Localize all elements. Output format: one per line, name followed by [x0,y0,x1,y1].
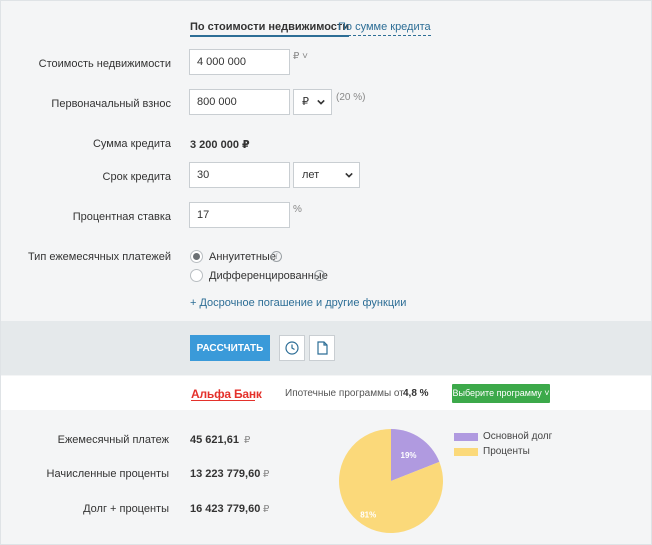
more-functions-link[interactable]: + Досрочное погашение и другие функции [190,297,406,309]
radio-annuity-label[interactable]: Аннуитетные [209,251,276,263]
payment-structure-pie-chart: 19% 81% [339,429,443,533]
loan-amount-value: 3 200 000 ₽ [190,139,250,151]
monthly-payment-value: 45 621,61 [190,434,239,446]
total-label: Долг + проценты [83,503,169,515]
calculator-frame: По стоимости недвижимости По сумме креди… [0,0,652,545]
total-currency: ₽ [263,504,270,515]
term-unit-select[interactable]: лет [293,162,360,188]
bank-logo-underline [191,400,255,401]
legend-label-interest: Проценты [483,446,530,457]
pie-slice-label-0: 19% [401,451,417,460]
bank-offer-text: Ипотечные программы от [285,388,404,399]
down-payment-input[interactable]: 800 000 [189,89,290,115]
info-icon[interactable]: i [271,251,282,262]
rate-input[interactable]: 17 [189,202,290,228]
monthly-payment-label: Ежемесячный платеж [57,434,169,446]
down-payment-currency-value: ₽ [302,96,309,108]
document-icon [317,341,328,355]
term-input[interactable]: 30 [189,162,290,188]
total-value: 16 423 779,60 [190,503,261,515]
monthly-payment-currency: ₽ [244,435,251,446]
property-cost-input[interactable]: 4 000 000 [189,49,290,75]
radio-differentiated[interactable] [190,269,203,282]
document-button[interactable] [309,335,335,361]
radio-differentiated-label[interactable]: Дифференцированные [209,270,328,282]
legend-label-principal: Основной долг [483,431,553,442]
term-unit-value: лет [302,169,320,181]
term-label: Срок кредита [102,171,171,183]
choose-program-button[interactable]: Выберите программу ˅ [452,384,550,403]
clock-icon [285,341,299,355]
tab-by-property[interactable]: По стоимости недвижимости [190,21,350,37]
tab-by-credit[interactable]: По сумме кредита [338,21,431,36]
chevron-down-icon [345,172,353,178]
payment-type-label: Тип ежемесячных платежей [27,251,171,263]
interest-value: 13 223 779,60 [190,468,261,480]
legend-swatch-interest [454,448,478,456]
property-cost-label: Стоимость недвижимости [38,58,171,70]
down-payment-percent: (20 %) [336,92,366,103]
legend-swatch-principal [454,433,478,441]
pie-slice-label-1: 81% [360,511,376,520]
interest-label: Начисленные проценты [46,468,169,480]
calculate-button[interactable]: РАССЧИТАТЬ [190,335,270,361]
rate-unit: % [293,204,302,215]
radio-annuity[interactable] [190,250,203,263]
info-icon[interactable]: i [314,270,325,281]
property-cost-unit[interactable]: ₽ ˅ [293,51,308,62]
rate-label: Процентная ставка [72,211,171,223]
bank-logo[interactable]: Альфа Банк [191,387,262,401]
loan-amount-label: Сумма кредита [92,138,171,150]
chevron-down-icon [317,99,325,105]
history-button[interactable] [279,335,305,361]
bank-offer-rate: 4,8 % [403,388,429,399]
down-payment-label: Первоначальный взнос [51,98,171,110]
interest-currency: ₽ [263,469,270,480]
down-payment-currency-select[interactable]: ₽ [293,89,332,115]
